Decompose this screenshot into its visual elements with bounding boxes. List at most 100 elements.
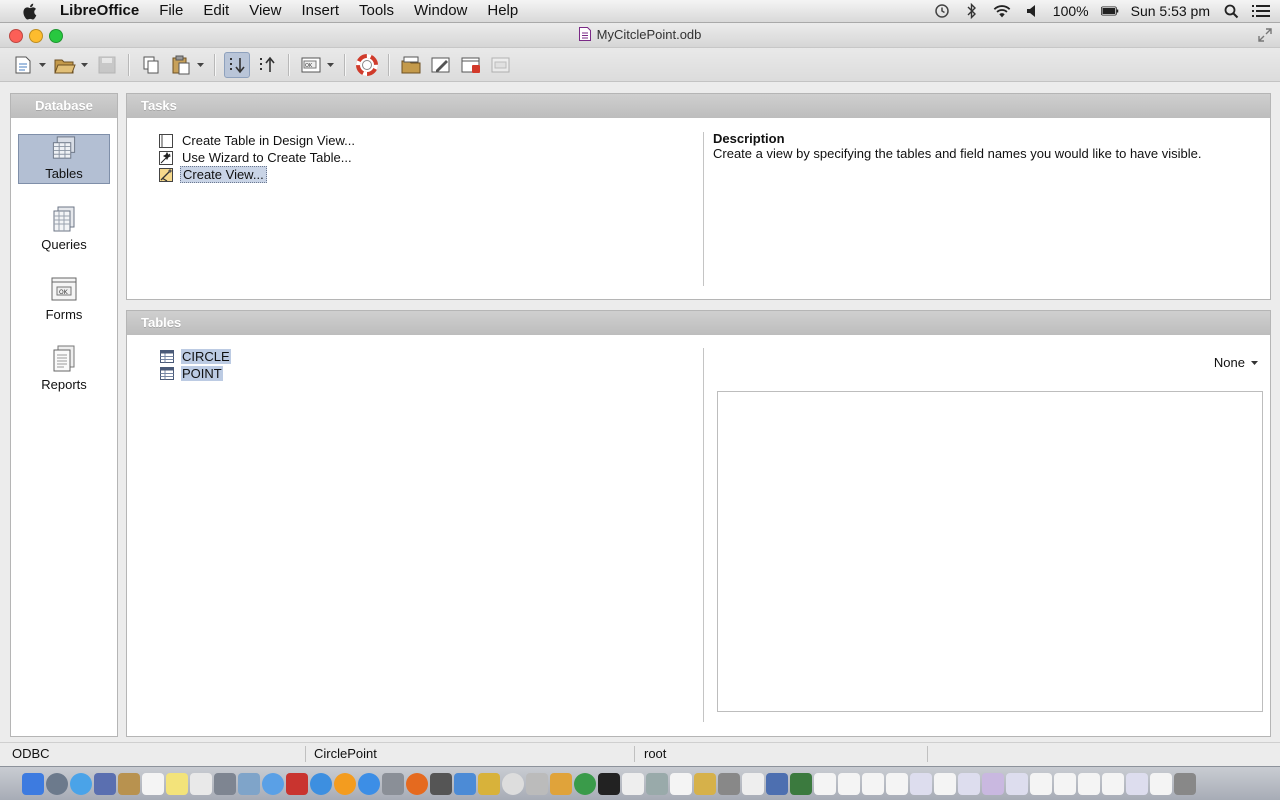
sidebar-item-reports[interactable]: Reports bbox=[18, 344, 110, 394]
chrome-icon[interactable] bbox=[574, 772, 596, 795]
xcode-icon[interactable] bbox=[454, 772, 476, 795]
itunes-icon[interactable] bbox=[310, 772, 332, 795]
notification-center-icon[interactable] bbox=[1252, 3, 1270, 19]
task-create-table-design-view[interactable]: Create Table in Design View... bbox=[158, 132, 357, 149]
open-dropdown-icon[interactable] bbox=[80, 52, 88, 78]
preview-mode-select[interactable]: None bbox=[1214, 355, 1258, 370]
sidebar-item-forms[interactable]: OK Forms bbox=[18, 274, 110, 324]
preview-icon[interactable] bbox=[94, 772, 116, 795]
app-icon[interactable] bbox=[478, 772, 500, 795]
safari-icon[interactable] bbox=[70, 772, 92, 795]
sidebar-item-tables[interactable]: Tables bbox=[18, 134, 110, 184]
contacts-icon[interactable] bbox=[118, 772, 140, 795]
document-icon[interactable] bbox=[1006, 772, 1028, 795]
finder-icon[interactable] bbox=[22, 772, 44, 795]
save-button[interactable] bbox=[94, 52, 120, 78]
document-icon[interactable] bbox=[886, 772, 908, 795]
app-icon[interactable] bbox=[622, 772, 644, 795]
app-icon[interactable] bbox=[646, 772, 668, 795]
status-bar: ODBC CirclePoint root bbox=[0, 742, 1280, 765]
copy-button[interactable] bbox=[138, 52, 164, 78]
new-dropdown-icon[interactable] bbox=[38, 52, 46, 78]
trash-icon[interactable] bbox=[1174, 772, 1196, 795]
terminal-icon[interactable] bbox=[598, 772, 620, 795]
messages-icon[interactable] bbox=[262, 772, 284, 795]
battery-icon[interactable] bbox=[1100, 3, 1119, 19]
facetime-icon[interactable] bbox=[214, 772, 236, 795]
table-item-point[interactable]: POINT bbox=[160, 365, 223, 382]
fullscreen-icon[interactable] bbox=[1258, 28, 1272, 42]
task-wizard-create-table[interactable]: Use Wizard to Create Table... bbox=[158, 149, 354, 166]
task-create-view[interactable]: Create View... bbox=[158, 166, 267, 183]
form-button[interactable]: OK bbox=[298, 52, 324, 78]
reminders-icon[interactable] bbox=[190, 772, 212, 795]
open-button[interactable] bbox=[52, 52, 78, 78]
launchpad-icon[interactable] bbox=[46, 772, 68, 795]
tables-panel: Tables CIRCLE POINT None bbox=[126, 310, 1271, 737]
document-icon[interactable] bbox=[982, 772, 1004, 795]
sort-descending-button[interactable] bbox=[254, 52, 280, 78]
photo-booth-icon[interactable] bbox=[238, 772, 260, 795]
new-document-button[interactable] bbox=[10, 52, 36, 78]
photos-icon[interactable] bbox=[286, 772, 308, 795]
form-dropdown-icon[interactable] bbox=[326, 52, 334, 78]
menu-insert[interactable]: Insert bbox=[291, 0, 349, 22]
app-icon[interactable] bbox=[502, 772, 524, 795]
app-icon[interactable] bbox=[694, 772, 716, 795]
clock[interactable]: Sun 5:53 pm bbox=[1131, 3, 1210, 19]
menu-edit[interactable]: Edit bbox=[193, 0, 239, 22]
delete-database-object-button[interactable] bbox=[458, 52, 484, 78]
calendar-icon[interactable] bbox=[142, 772, 164, 795]
app-icon[interactable] bbox=[526, 772, 548, 795]
database-panel: Database Tables Queries OK Forms Reports bbox=[10, 93, 118, 737]
bluetooth-icon[interactable] bbox=[963, 3, 981, 19]
app-icon[interactable] bbox=[550, 772, 572, 795]
sort-ascending-button[interactable] bbox=[224, 51, 250, 78]
menu-tools[interactable]: Tools bbox=[349, 0, 404, 22]
system-preferences-icon[interactable] bbox=[382, 772, 404, 795]
document-icon[interactable] bbox=[910, 772, 932, 795]
document-icon[interactable] bbox=[742, 772, 764, 795]
help-button[interactable] bbox=[354, 52, 380, 78]
document-icon[interactable] bbox=[814, 772, 836, 795]
status-user: root bbox=[644, 746, 667, 761]
document-icon[interactable] bbox=[862, 772, 884, 795]
volume-icon[interactable] bbox=[1023, 3, 1041, 19]
menu-view[interactable]: View bbox=[239, 0, 291, 22]
wifi-icon[interactable] bbox=[993, 3, 1011, 19]
utility-icon[interactable] bbox=[430, 772, 452, 795]
paste-button[interactable] bbox=[168, 52, 194, 78]
app-icon[interactable] bbox=[766, 772, 788, 795]
menu-window[interactable]: Window bbox=[404, 0, 477, 22]
menu-help[interactable]: Help bbox=[477, 0, 528, 22]
document-icon[interactable] bbox=[934, 772, 956, 795]
app-icon[interactable] bbox=[790, 772, 812, 795]
svg-text:OK: OK bbox=[305, 63, 313, 69]
document-icon[interactable] bbox=[1030, 772, 1052, 795]
rename-database-object-button[interactable] bbox=[488, 52, 514, 78]
notes-icon[interactable] bbox=[166, 772, 188, 795]
document-icon[interactable] bbox=[1102, 772, 1124, 795]
document-icon[interactable] bbox=[1126, 772, 1148, 795]
apple-icon[interactable] bbox=[20, 2, 38, 20]
spotlight-search-icon[interactable] bbox=[1222, 3, 1240, 19]
sidebar-item-queries[interactable]: Queries bbox=[18, 204, 110, 254]
open-database-object-button[interactable] bbox=[398, 52, 424, 78]
app-menu[interactable]: LibreOffice bbox=[50, 0, 149, 22]
document-icon[interactable] bbox=[958, 772, 980, 795]
document-icon[interactable] bbox=[838, 772, 860, 795]
table-item-circle[interactable]: CIRCLE bbox=[160, 348, 231, 365]
firefox-icon[interactable] bbox=[406, 772, 428, 795]
paste-dropdown-icon[interactable] bbox=[196, 52, 204, 78]
ibooks-icon[interactable] bbox=[334, 772, 356, 795]
document-icon[interactable] bbox=[1150, 772, 1172, 795]
database-icon[interactable] bbox=[718, 772, 740, 795]
app-store-icon[interactable] bbox=[358, 772, 380, 795]
menu-file[interactable]: File bbox=[149, 0, 193, 22]
document-icon[interactable] bbox=[1078, 772, 1100, 795]
edit-database-object-button[interactable] bbox=[428, 52, 454, 78]
dock bbox=[0, 766, 1280, 800]
document-icon[interactable] bbox=[670, 772, 692, 795]
document-icon[interactable] bbox=[1054, 772, 1076, 795]
time-machine-icon[interactable] bbox=[933, 3, 951, 19]
